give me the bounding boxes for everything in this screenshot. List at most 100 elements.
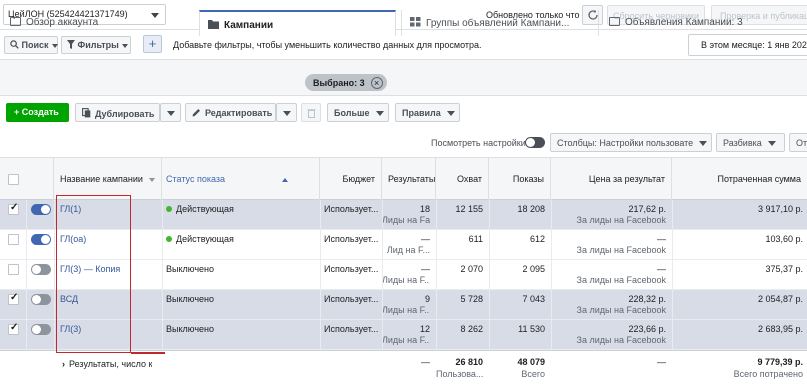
totals-reach-sub: Пользова... [436,369,483,379]
rules-label: Правила [402,108,441,118]
select-all-checkbox[interactable] [8,174,19,185]
duplicate-dropdown[interactable] [160,103,181,122]
row-checkbox[interactable] [8,292,19,305]
campaign-toggle[interactable] [31,204,51,215]
filters-button[interactable]: Фильтры [61,36,131,54]
results-value: 9 [424,294,430,304]
edit-button[interactable]: Редактировать [185,103,276,122]
tab-ad-sets[interactable]: Группы объявлений Кампани... [401,10,596,36]
campaign-toggle[interactable] [31,264,51,275]
reach-value: 2 070 [460,264,483,274]
totals-row: › Результаты, число к — 26 810 Пользова..… [0,350,807,391]
sort-up-icon [281,178,288,182]
duplicate-button[interactable]: Дублировать [75,103,160,122]
budget-value: Использует... [324,204,379,214]
more-label: Больше [334,108,370,118]
row-checkbox[interactable] [8,322,19,335]
cost-per-result-type: За лиды на Facebook [576,215,666,225]
close-icon[interactable]: × [370,77,383,89]
breakdown-label: Разбивка [723,138,762,148]
search-icon [10,40,19,49]
totals-reach: 26 810 [455,357,483,367]
header-reach[interactable]: Охват [436,158,489,200]
status-label: Выключено [166,294,214,304]
tab-campaigns[interactable]: Кампании [199,10,396,36]
header-results[interactable]: Результаты [382,158,436,200]
add-filter-button[interactable]: + [143,35,162,53]
grid-icon [410,17,421,27]
active-dot-icon [166,236,172,242]
more-button[interactable]: Больше [327,103,389,122]
view-settings-toggle[interactable] [525,137,545,148]
chevron-down-icon [767,141,776,147]
row-checkbox[interactable] [8,202,19,215]
rules-button[interactable]: Правила [395,103,460,122]
highlight-underline [131,352,165,354]
delivery-status: Действующая [166,204,316,214]
chevron-down-icon [51,43,58,48]
results-value: — [421,234,430,244]
totals-results: — [421,357,430,367]
breakdown-button[interactable]: Разбивка [716,133,785,152]
cost-per-result-value: — [657,234,666,244]
cost-per-result-type: За лиды на Facebook [576,245,666,255]
cost-per-result-value: 217,62 р. [628,204,666,214]
trash-icon [307,109,316,118]
selected-count-label: Выбрано: 3 [313,78,365,88]
sort-down-icon [149,178,156,182]
campaign-toggle[interactable] [31,234,51,245]
reach-value: 5 728 [460,294,483,304]
impressions-value: 11 530 [518,324,545,334]
search-label: Поиск [21,40,49,50]
tab-ads[interactable]: Объявления Кампании: 3 [598,10,807,36]
campaign-toggle[interactable] [31,324,51,335]
chevron-down-icon [446,111,455,117]
impressions-value: 18 208 [517,204,545,214]
overview-icon [10,17,21,26]
tab-label: Объявления Кампании: 3 [625,17,743,28]
budget-value: Использует... [324,264,379,274]
row-checkbox[interactable] [8,264,19,275]
header-impressions[interactable]: Показы [489,158,551,200]
budget-value: Использует... [324,324,379,334]
header-campaign-name[interactable]: Название кампании [54,158,162,200]
edit-dropdown[interactable] [276,103,297,122]
tab-label: Группы объявлений Кампани... [426,18,570,29]
selected-count-pill: Выбрано: 3 × [305,74,387,91]
folder-icon [208,20,219,29]
totals-expand[interactable]: › Результаты, число к [62,359,152,369]
results-type: Лиды на F... [382,305,430,315]
amount-spent-value: 103,60 р. [765,234,803,244]
header-amount-spent[interactable]: Потраченная сумма [672,158,807,200]
delete-button[interactable] [301,103,321,122]
duplicate-label: Дублировать [95,109,155,119]
highlight-box [56,195,131,353]
amount-spent-value: 2 683,95 р. [757,324,803,334]
view-settings-label: Посмотреть настройки [431,138,526,148]
columns-button[interactable]: Столбцы: Настройки пользовате [550,133,712,152]
cost-per-result-value: 223,66 р. [628,324,666,334]
chevron-down-icon [699,141,708,147]
header-label: Статус показа [166,174,226,184]
tab-bar [0,60,807,96]
header-cost-per-result[interactable]: Цена за результат [551,158,672,200]
pencil-icon [192,109,200,117]
results-value: — [421,264,430,274]
active-dot-icon [166,206,172,212]
header-toggle-column [26,158,54,200]
campaign-toggle[interactable] [31,294,51,305]
export-button[interactable]: От [789,133,807,152]
delivery-status: Выключено [166,264,316,274]
header-delivery-status[interactable]: Статус показа [162,158,320,200]
amount-spent-value: 3 917,10 р. [757,204,803,214]
results-type: Лиды на Face... [382,215,430,225]
date-range-button[interactable]: В этом месяце: 1 янв 2020 [688,34,807,56]
header-budget[interactable]: Бюджет [320,158,382,200]
amount-spent-value: 375,37 р. [765,264,803,274]
tab-account-overview[interactable]: Обзор аккаунта [6,10,196,36]
tab-label: Кампании [224,20,274,31]
create-button[interactable]: + Создать [6,103,69,122]
search-button[interactable]: Поиск [4,36,58,54]
totals-spent-sub: Всего потрачено [733,369,803,379]
row-checkbox[interactable] [8,234,19,245]
